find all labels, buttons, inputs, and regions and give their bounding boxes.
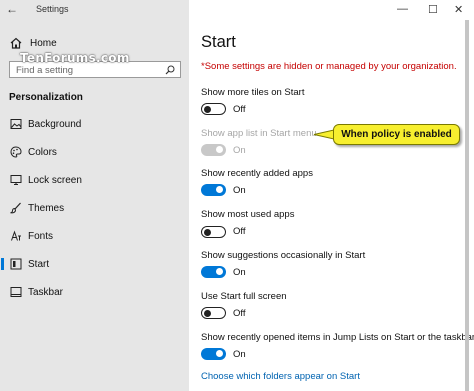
toggle-recently-added[interactable]: [201, 184, 226, 196]
watermark: TenForums.com: [20, 51, 130, 65]
state-app-list: On: [233, 145, 246, 156]
sidebar-item-colors[interactable]: Colors: [0, 142, 189, 162]
toggle-more-tiles[interactable]: [201, 103, 226, 115]
titlebar-right: — ☐ ✕: [189, 0, 474, 20]
toggle-knob: [204, 228, 211, 236]
choose-folders-link[interactable]: Choose which folders appear on Start: [201, 371, 360, 382]
setting-label-suggestions: Show suggestions occasionally in Start: [201, 250, 366, 261]
callout-text: When policy is enabled: [341, 129, 452, 140]
state-more-tiles: Off: [233, 104, 246, 115]
toggle-knob: [216, 350, 223, 357]
brush-icon: [10, 202, 21, 214]
state-suggestions: On: [233, 267, 246, 278]
minimize-icon[interactable]: —: [397, 3, 408, 15]
toggle-jump-lists[interactable]: [201, 348, 226, 360]
callout-pointer: [313, 129, 334, 140]
home-icon: [10, 37, 22, 49]
sidebar-item-label: Background: [28, 118, 82, 130]
setting-label-more-tiles: Show more tiles on Start: [201, 87, 305, 98]
setting-label-jump-lists: Show recently opened items in Jump Lists…: [201, 332, 474, 343]
maximize-icon[interactable]: ☐: [428, 3, 438, 16]
sidebar-item-fonts[interactable]: Fonts: [0, 226, 189, 246]
font-icon: [11, 230, 21, 241]
toggle-knob: [216, 268, 223, 275]
toggle-knob: [204, 105, 211, 113]
taskbar-icon: [10, 287, 22, 297]
sidebar-item-themes[interactable]: Themes: [0, 198, 189, 218]
image-icon: [10, 119, 22, 129]
state-jump-lists: On: [233, 349, 246, 360]
setting-label-most-used: Show most used apps: [201, 209, 295, 220]
monitor-icon: [10, 175, 22, 185]
settings-sidebar: ← Settings Home Find a setting TenForums…: [0, 0, 189, 391]
toggle-suggestions[interactable]: [201, 266, 226, 278]
setting-label-app-list: Show app list in Start menu: [201, 128, 317, 139]
back-arrow-icon[interactable]: ←: [6, 2, 18, 16]
sidebar-item-start[interactable]: Start: [0, 254, 189, 274]
sidebar-item-label: Taskbar: [28, 286, 64, 298]
page-title: Start: [201, 33, 236, 51]
section-title: Personalization: [9, 92, 83, 103]
sidebar-item-label: Start: [28, 258, 50, 270]
start-icon: [10, 258, 22, 270]
titlebar-left: ← Settings: [0, 0, 189, 20]
scrollbar[interactable]: [465, 20, 469, 391]
sidebar-item-background[interactable]: Background: [0, 114, 189, 134]
toggle-knob: [204, 309, 211, 317]
setting-label-recently-added: Show recently added apps: [201, 168, 313, 179]
sidebar-item-label: Themes: [28, 202, 65, 214]
sidebar-item-label: Lock screen: [28, 174, 82, 186]
sidebar-item-label: Colors: [28, 146, 57, 158]
toggle-most-used[interactable]: [201, 226, 226, 238]
toggle-full-screen[interactable]: [201, 307, 226, 319]
close-icon[interactable]: ✕: [454, 3, 463, 16]
sidebar-item-taskbar[interactable]: Taskbar: [0, 282, 189, 302]
search-placeholder: Find a setting: [16, 65, 74, 76]
home-nav[interactable]: Home: [10, 35, 57, 51]
search-icon[interactable]: [165, 65, 175, 75]
sidebar-item-label: Fonts: [28, 230, 54, 242]
state-full-screen: Off: [233, 308, 246, 319]
setting-label-full-screen: Use Start full screen: [201, 291, 287, 302]
state-recently-added: On: [233, 185, 246, 196]
app-title: Settings: [36, 4, 69, 14]
toggle-app-list: [201, 144, 226, 156]
toggle-knob: [216, 186, 223, 193]
policy-callout: When policy is enabled: [333, 124, 460, 145]
state-most-used: Off: [233, 226, 246, 237]
toggle-knob: [216, 146, 223, 153]
home-label: Home: [30, 37, 57, 49]
sidebar-item-lock-screen[interactable]: Lock screen: [0, 170, 189, 190]
managed-warning: *Some settings are hidden or managed by …: [201, 61, 457, 72]
palette-icon: [10, 146, 22, 158]
